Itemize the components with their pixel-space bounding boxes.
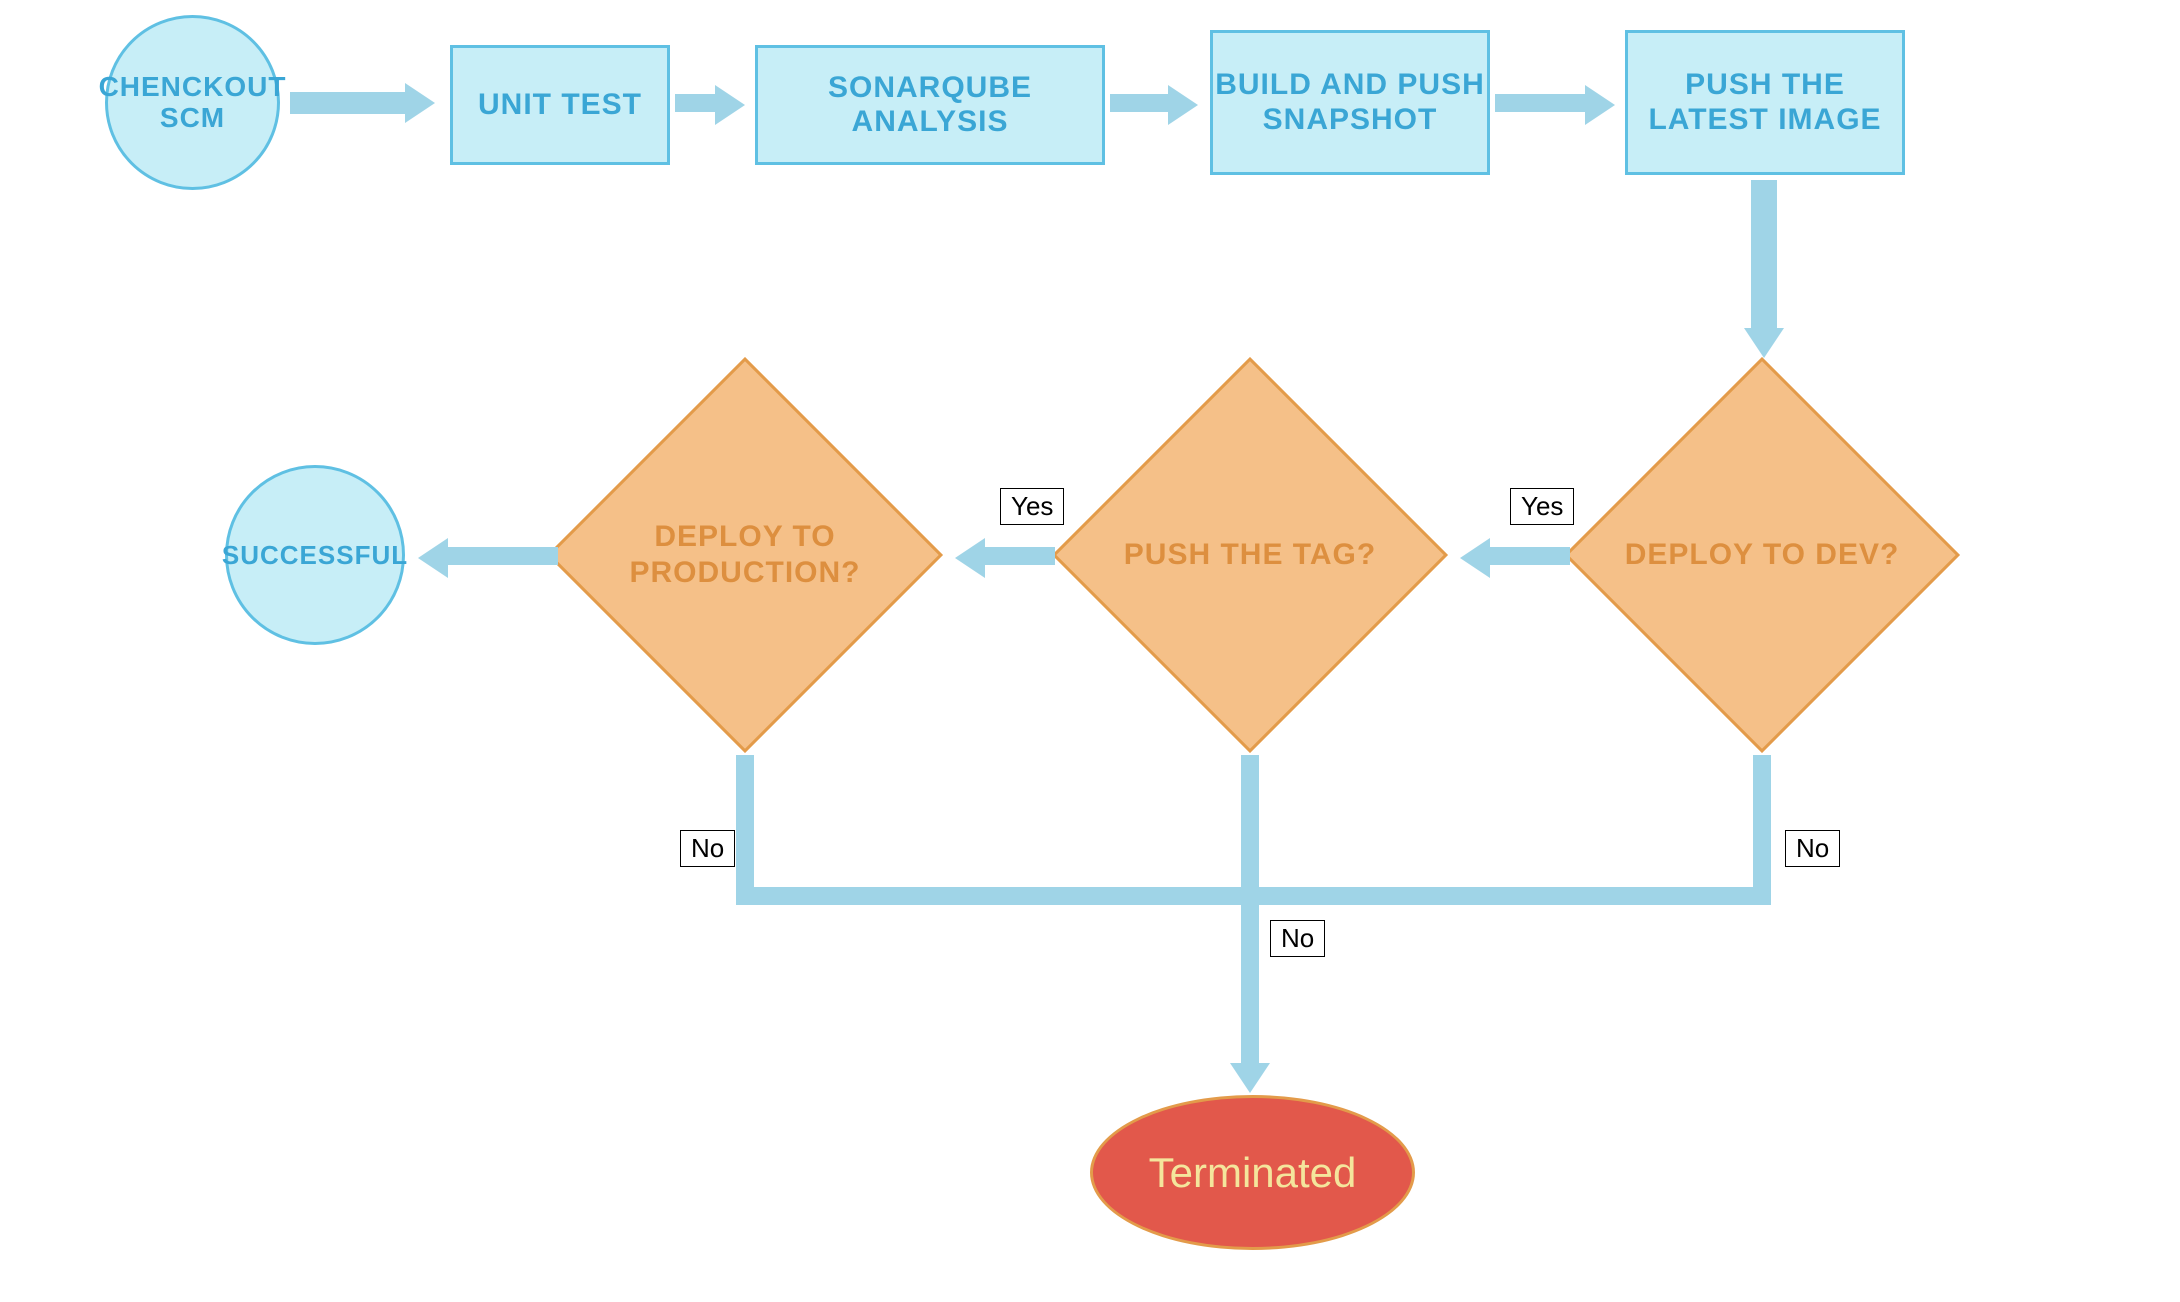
node-push-tag-label: PUSH THE TAG? (1110, 537, 1390, 573)
node-successful-label: SUCCESSFUL (222, 541, 408, 570)
arrow-prod-no (736, 755, 754, 905)
label-no-tag: No (1270, 920, 1325, 957)
arrow-dev-no (1753, 755, 1771, 905)
label-no-dev: No (1785, 830, 1840, 867)
node-deploy-dev-label: DEPLOY TO DEV? (1622, 537, 1902, 573)
node-sonarqube-label: SONARQUBE ANALYSIS (758, 71, 1102, 140)
arrow-3 (1110, 94, 1168, 112)
arrow-dev-tag (1490, 547, 1570, 565)
node-deploy-dev: DEPLOY TO DEV? (1622, 415, 1902, 695)
arrow-prod-success (448, 547, 558, 565)
arrow-1 (290, 92, 405, 114)
node-successful: SUCCESSFUL (225, 465, 405, 645)
arrow-tag-no (1241, 755, 1259, 1065)
arrow-prod-success-head (418, 538, 448, 578)
arrow-1-head (405, 83, 435, 123)
arrow-4 (1495, 94, 1585, 112)
node-sonarqube: SONARQUBE ANALYSIS (755, 45, 1105, 165)
arrow-4-head (1585, 85, 1615, 125)
node-deploy-prod-label: DEPLOY TO PRODUCTION? (605, 519, 885, 591)
node-checkout-scm: CHENCKOUT SCM (105, 15, 280, 190)
label-no-prod: No (680, 830, 735, 867)
node-build-push-snapshot-label: BUILD AND PUSH SNAPSHOT (1213, 68, 1487, 137)
node-push-latest-image: PUSH THE LATEST IMAGE (1625, 30, 1905, 175)
arrow-tag-no-head (1230, 1063, 1270, 1093)
arrow-5 (1751, 180, 1777, 330)
node-build-push-snapshot: BUILD AND PUSH SNAPSHOT (1210, 30, 1490, 175)
arrow-3-head (1168, 85, 1198, 125)
arrow-2-head (715, 85, 745, 125)
node-unit-test: UNIT TEST (450, 45, 670, 165)
label-yes-1: Yes (1510, 488, 1574, 525)
node-checkout-scm-label: CHENCKOUT SCM (99, 72, 287, 134)
arrow-dev-tag-head (1460, 538, 1490, 578)
node-push-latest-image-label: PUSH THE LATEST IMAGE (1628, 68, 1902, 137)
node-terminated-label: Terminated (1149, 1149, 1357, 1197)
node-terminated: Terminated (1090, 1095, 1415, 1250)
node-push-tag: PUSH THE TAG? (1110, 415, 1390, 695)
arrow-2 (675, 94, 715, 112)
arrow-tag-prod (985, 547, 1055, 565)
label-yes-2: Yes (1000, 488, 1064, 525)
node-deploy-prod: DEPLOY TO PRODUCTION? (605, 415, 885, 695)
arrow-5-head (1744, 328, 1784, 358)
arrow-tag-prod-head (955, 538, 985, 578)
node-unit-test-label: UNIT TEST (478, 88, 642, 123)
